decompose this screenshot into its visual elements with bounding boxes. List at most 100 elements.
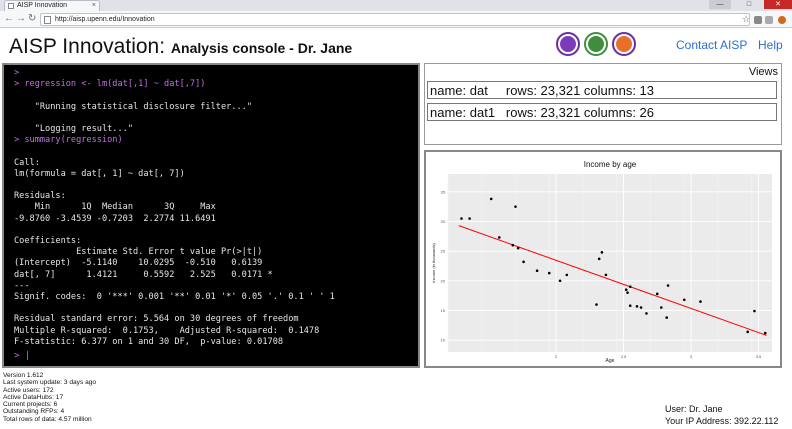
data-point [624, 288, 628, 291]
data-point [600, 251, 604, 254]
extension-icon[interactable] [778, 16, 786, 24]
x-tick-label: 3 [690, 354, 693, 359]
data-point [746, 330, 749, 334]
system-stats: Version 1.612 Last system update: 3 days… [3, 372, 96, 423]
plot-panel: 2 2.5 3 3.5 10 15 20 25 30 35 Income by age Age Inco… [424, 150, 782, 368]
back-icon[interactable]: ← [4, 13, 14, 25]
data-point [522, 260, 525, 264]
data-point [468, 217, 471, 220]
console-line: Residual standard error: 5.564 on 30 deg… [14, 314, 299, 325]
views-title: Views [748, 66, 778, 78]
forward-icon[interactable]: → [16, 13, 26, 25]
data-point [514, 205, 517, 208]
bookmark-star-icon[interactable]: ☆ [742, 14, 750, 25]
reload-icon[interactable]: ↻ [28, 13, 36, 25]
data-point [597, 257, 601, 261]
console-line: (Intercept) -5.1140 10.0295 -0.510 0.613… [14, 258, 263, 269]
maximize-button[interactable]: □ [738, 0, 760, 9]
y-tick-label: 15 [441, 308, 446, 313]
console-line: Multiple R-squared: 0.1753, Adjusted R-s… [14, 325, 320, 336]
data-point [628, 304, 632, 308]
data-point [489, 197, 493, 201]
data-point [604, 273, 608, 277]
current-projects-text: Current projects: 6 [3, 401, 58, 409]
url-text: http://aisp.upenn.edu/Innovation [55, 16, 155, 23]
r-console[interactable]: > > regression <- lm(dat[,1] ~ dat[,7]) … [2, 63, 420, 368]
data-point [639, 306, 643, 309]
settings-cog-icon[interactable] [612, 32, 636, 56]
data-point [660, 306, 663, 309]
console-line: dat[, 7] 1.4121 0.5592 2.525 0.0171 * [14, 269, 273, 280]
console-line: > regression <- lm(dat[,1] ~ dat[,7]) [14, 79, 206, 90]
console-line: "Running statistical disclosure filter..… [14, 101, 252, 112]
app-name: AISP Innovation: [9, 35, 166, 58]
view-item-dat[interactable]: name: dat rows: 23,321 columns: 13 [427, 81, 777, 99]
y-tick-label: 30 [441, 219, 446, 224]
data-point [635, 305, 639, 308]
institution-icon[interactable] [556, 32, 580, 56]
extension-icon[interactable] [754, 16, 762, 24]
console-line: Call: [14, 157, 40, 168]
x-tick-label: 3.5 [756, 354, 762, 359]
data-point [699, 300, 702, 303]
plot-background [448, 174, 772, 352]
data-point [645, 312, 648, 315]
scatter-plot: 2 2.5 3 3.5 10 15 20 25 30 35 Income by age Age Inco… [431, 160, 772, 364]
user-info: User: Dr. Jane Your IP Address: 392.22.1… [665, 403, 778, 427]
data-point [511, 243, 515, 247]
x-tick-label: 2 [555, 354, 558, 359]
y-tick-label: 20 [441, 278, 446, 283]
console-line: Coefficients: [14, 236, 82, 247]
console-line: Min 1Q Median 3Q Max [14, 202, 216, 213]
console-line: > [14, 68, 20, 78]
tab-close-icon[interactable]: × [92, 1, 96, 11]
page-title: AISP Innovation: Analysis console - Dr. … [9, 35, 352, 59]
console-input[interactable]: > | [14, 351, 30, 361]
views-panel: Views name: dat rows: 23,321 columns: 13… [424, 63, 782, 145]
y-tick-label: 25 [441, 249, 446, 254]
x-axis-label: Age [606, 358, 615, 364]
data-point [626, 291, 629, 294]
data-point [655, 292, 659, 296]
y-axis-label: Income (in thousands) [431, 243, 436, 283]
console-line: lm(formula = dat[, 1] ~ dat[, 7]) [14, 168, 185, 179]
data-point [753, 309, 756, 313]
contact-aisp-link[interactable]: Contact AISP [676, 38, 747, 52]
data-point [460, 217, 463, 220]
tab-title: AISP Innovation [17, 2, 68, 9]
data-point [628, 285, 632, 289]
extension-icon[interactable] [765, 16, 773, 24]
console-line: > summary(regression) [14, 135, 123, 146]
active-datahubs-text: Active DataHubs: 17 [3, 393, 64, 401]
chart-title: Income by age [584, 160, 637, 169]
minimize-button[interactable]: — [709, 0, 731, 9]
database-lock-icon[interactable] [584, 32, 608, 56]
data-point [547, 271, 551, 275]
data-point [682, 298, 686, 302]
x-tick-label: 2.5 [621, 354, 627, 359]
view-item-dat1[interactable]: name: dat1 rows: 23,321 columns: 26 [427, 103, 777, 121]
browser-tab[interactable]: AISP Innovation × [4, 0, 100, 11]
data-point [763, 331, 767, 335]
console-line: Estimate Std. Error t value Pr(>|t|) [14, 247, 263, 258]
data-point [498, 236, 501, 239]
browser-tabbar: AISP Innovation × — □ ✕ [0, 0, 792, 11]
page-icon [8, 3, 14, 9]
browser-toolbar: ← → ↻ http://aisp.upenn.edu/Innovation ☆ [0, 11, 792, 28]
y-tick-label: 35 [441, 189, 446, 194]
console-line: Signif. codes: 0 '***' 0.001 '**' 0.01 '… [14, 292, 335, 303]
address-bar[interactable]: http://aisp.upenn.edu/Innovation [40, 13, 750, 26]
console-output: > > regression <- lm(dat[,1] ~ dat[,7]) … [14, 68, 418, 348]
data-point [535, 269, 539, 273]
console-line: "Logging result..." [14, 124, 133, 135]
total-rows-text: Total rows of data: 4.57 million [3, 415, 92, 423]
close-window-button[interactable]: ✕ [764, 0, 792, 9]
help-link[interactable]: Help [758, 38, 783, 52]
ip-address: Your IP Address: 392.22.112 [665, 416, 779, 426]
console-line: --- [14, 280, 30, 291]
data-point [516, 246, 520, 250]
page-subtitle: Analysis console - Dr. Jane [170, 40, 353, 56]
console-line: -9.8760 -3.4539 -0.7203 2.2774 11.6491 [14, 213, 216, 224]
last-update-text: Last system update: 3 days ago [3, 379, 97, 387]
data-point [558, 279, 562, 283]
